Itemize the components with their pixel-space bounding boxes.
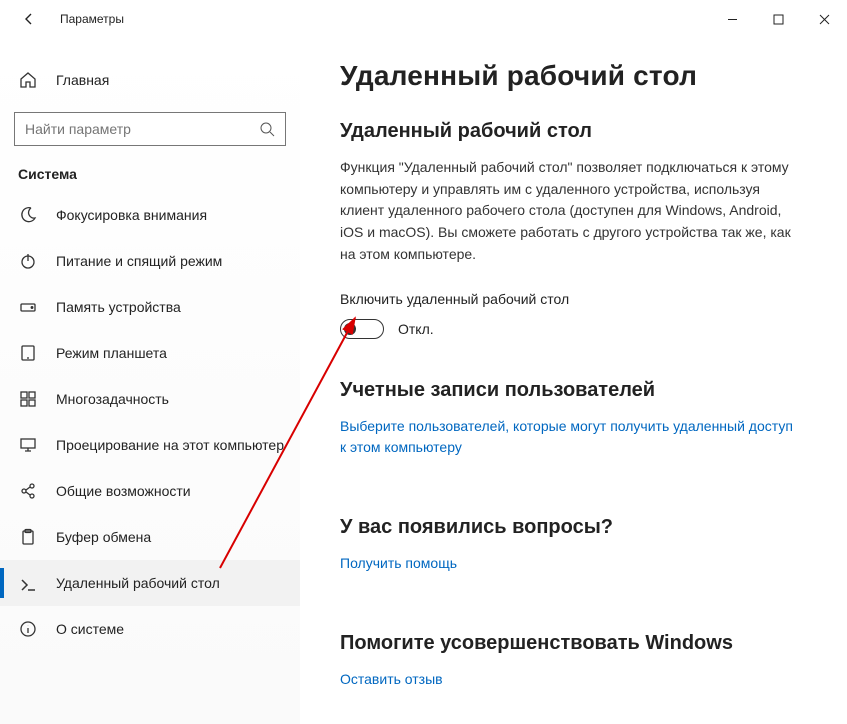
share-icon (18, 482, 38, 500)
maximize-icon (773, 14, 784, 25)
clipboard-icon (18, 528, 38, 546)
content-pane: Удаленный рабочий стол Удаленный рабочий… (300, 38, 847, 724)
moon-icon (18, 206, 38, 224)
sidebar-item-shared[interactable]: Общие возможности (0, 468, 300, 514)
sidebar-item-label: Удаленный рабочий стол (56, 575, 220, 591)
multitask-icon (18, 390, 38, 408)
info-icon (18, 620, 38, 638)
sidebar-item-projecting[interactable]: Проецирование на этот компьютер (0, 422, 300, 468)
remote-description: Функция "Удаленный рабочий стол" позволя… (340, 157, 800, 265)
minimize-button[interactable] (709, 4, 755, 34)
close-icon (819, 14, 830, 25)
back-button[interactable] (18, 8, 40, 30)
storage-icon (18, 298, 38, 316)
sidebar-item-label: Режим планшета (56, 345, 167, 361)
power-icon (18, 252, 38, 270)
search-input[interactable] (25, 121, 259, 137)
remote-desktop-toggle[interactable] (340, 319, 384, 339)
toggle-state-text: Откл. (398, 321, 434, 337)
home-label: Главная (56, 72, 109, 88)
toggle-knob (344, 323, 356, 335)
sidebar-item-about[interactable]: О системе (0, 606, 300, 652)
sidebar-item-label: О системе (56, 621, 124, 637)
sidebar-item-power[interactable]: Питание и спящий режим (0, 238, 300, 284)
home-icon (18, 71, 38, 89)
sidebar-item-label: Фокусировка внимания (56, 207, 207, 223)
sidebar-group-heading: Система (0, 166, 300, 192)
window-title: Параметры (60, 12, 124, 26)
maximize-button[interactable] (755, 4, 801, 34)
sidebar-item-label: Проецирование на этот компьютер (56, 437, 284, 453)
search-icon (259, 121, 275, 137)
section-heading-improve: Помогите усовершенствовать Windows (340, 632, 807, 655)
sidebar-item-label: Буфер обмена (56, 529, 151, 545)
page-title: Удаленный рабочий стол (340, 60, 807, 92)
section-heading-accounts: Учетные записи пользователей (340, 379, 807, 402)
sidebar: Главная Система Фокусировка внимания Пит… (0, 38, 300, 724)
sidebar-item-storage[interactable]: Память устройства (0, 284, 300, 330)
project-icon (18, 436, 38, 454)
sidebar-item-focus-assist[interactable]: Фокусировка внимания (0, 192, 300, 238)
minimize-icon (727, 14, 738, 25)
get-help-link[interactable]: Получить помощь (340, 553, 457, 574)
toggle-caption: Включить удаленный рабочий стол (340, 291, 807, 307)
tablet-icon (18, 344, 38, 362)
close-button[interactable] (801, 4, 847, 34)
section-heading-questions: У вас появились вопросы? (340, 516, 807, 539)
sidebar-item-multitasking[interactable]: Многозадачность (0, 376, 300, 422)
search-box[interactable] (14, 112, 286, 146)
sidebar-item-label: Общие возможности (56, 483, 191, 499)
remote-icon (18, 574, 38, 592)
sidebar-item-remote-desktop[interactable]: Удаленный рабочий стол (0, 560, 300, 606)
section-heading-remote: Удаленный рабочий стол (340, 120, 807, 143)
sidebar-item-clipboard[interactable]: Буфер обмена (0, 514, 300, 560)
feedback-link[interactable]: Оставить отзыв (340, 669, 443, 690)
select-users-link[interactable]: Выберите пользователей, которые могут по… (340, 416, 800, 458)
home-link[interactable]: Главная (0, 60, 300, 100)
sidebar-item-label: Многозадачность (56, 391, 169, 407)
sidebar-item-tablet[interactable]: Режим планшета (0, 330, 300, 376)
sidebar-item-label: Питание и спящий режим (56, 253, 222, 269)
sidebar-item-label: Память устройства (56, 299, 181, 315)
arrow-left-icon (22, 12, 36, 26)
